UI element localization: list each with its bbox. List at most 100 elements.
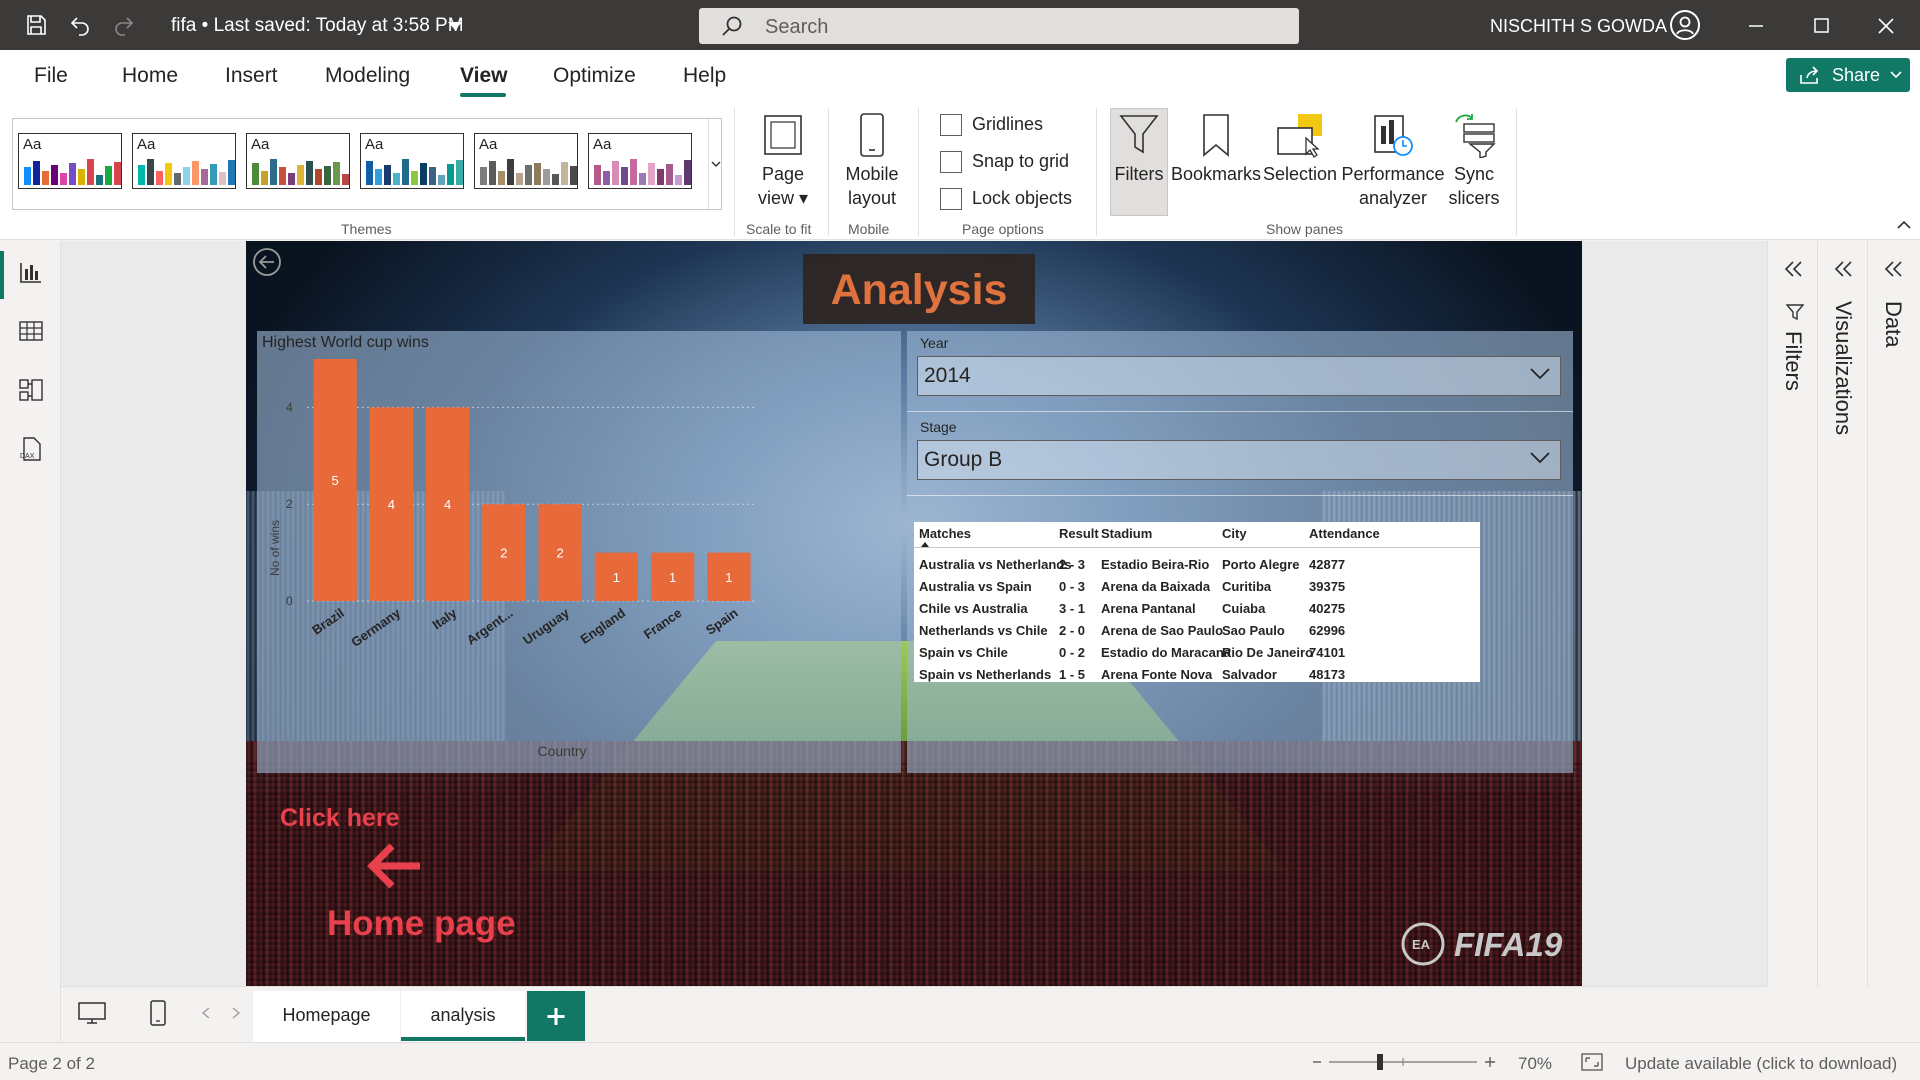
avatar[interactable] bbox=[1670, 10, 1700, 40]
data-pane[interactable]: Data bbox=[1867, 241, 1917, 986]
person-icon bbox=[1676, 16, 1694, 35]
save-icon[interactable] bbox=[24, 13, 48, 37]
sync-slicers-button[interactable]: Sync slicers bbox=[1442, 112, 1506, 210]
close-button[interactable] bbox=[1856, 0, 1916, 50]
snap-to-grid-checkbox[interactable]: Snap to grid bbox=[940, 151, 1070, 174]
maximize-button[interactable] bbox=[1791, 0, 1851, 50]
desktop-layout-icon[interactable] bbox=[77, 1001, 107, 1025]
chart-x-tick-label: Uruguay bbox=[520, 605, 572, 648]
table-cell: 0 - 2 bbox=[1059, 645, 1086, 660]
table-cell: Arena Pantanal bbox=[1101, 601, 1196, 616]
scroll-right-icon[interactable] bbox=[231, 1007, 241, 1019]
page-tab-analysis[interactable]: analysis bbox=[401, 991, 525, 1043]
sync-slicers-label: Sync slicers bbox=[1448, 164, 1500, 208]
chart-x-tick-label: England bbox=[577, 605, 628, 647]
column-header-attendance[interactable]: Attendance bbox=[1309, 526, 1380, 541]
column-header-city[interactable]: City bbox=[1222, 526, 1247, 541]
add-page-button[interactable] bbox=[527, 991, 585, 1041]
theme-swatch[interactable]: Aa bbox=[474, 133, 578, 189]
minimize-button[interactable] bbox=[1726, 0, 1786, 50]
bar-chart[interactable]: Highest World cup wins No of wins 0 2 4 5 Br… bbox=[257, 331, 901, 773]
expand-icon[interactable] bbox=[1834, 261, 1854, 277]
theme-swatch[interactable]: Aa bbox=[360, 133, 464, 189]
tab-insert[interactable]: Insert bbox=[225, 64, 278, 88]
tab-modeling[interactable]: Modeling bbox=[325, 64, 410, 88]
back-arrow-icon[interactable] bbox=[252, 247, 282, 277]
sync-slicers-icon bbox=[1455, 114, 1496, 158]
expand-icon[interactable] bbox=[1884, 261, 1904, 277]
visualizations-pane[interactable]: Visualizations bbox=[1817, 241, 1867, 986]
year-slicer-dropdown[interactable]: 2014 bbox=[917, 356, 1561, 396]
theme-swatch[interactable]: Aa bbox=[588, 133, 692, 189]
tab-view[interactable]: View bbox=[460, 64, 507, 88]
arrow-left-icon[interactable] bbox=[366, 841, 422, 891]
update-available-link[interactable]: Update available (click to download) bbox=[1625, 1054, 1897, 1074]
filters-pane[interactable]: Filters bbox=[1767, 241, 1817, 986]
table-view-icon[interactable] bbox=[18, 318, 44, 344]
home-page-button[interactable]: Home page bbox=[327, 904, 516, 944]
status-bar: Page 2 of 2 70% Update available (click … bbox=[0, 1042, 1920, 1080]
tab-optimize[interactable]: Optimize bbox=[553, 64, 636, 88]
stage-slicer-dropdown[interactable]: Group B bbox=[917, 440, 1561, 480]
chart-x-tick-label: France bbox=[641, 605, 685, 642]
zoom-level[interactable]: 70% bbox=[1518, 1054, 1552, 1074]
undo-icon[interactable] bbox=[68, 13, 92, 37]
chart-data-label: 1 bbox=[613, 570, 620, 585]
page-tab-homepage[interactable]: Homepage bbox=[253, 991, 400, 1043]
table-cell: 2 - 3 bbox=[1059, 557, 1086, 572]
fifa19-logo: EA FIFA19 bbox=[1400, 917, 1570, 971]
table-cell: Salvador bbox=[1222, 667, 1277, 682]
expand-icon[interactable] bbox=[1784, 261, 1804, 277]
selection-button[interactable]: Selection bbox=[1262, 112, 1338, 186]
ea-sports-icon: EA bbox=[1401, 922, 1445, 966]
mobile-group-label: Mobile bbox=[848, 221, 890, 237]
gridlines-checkbox[interactable]: Gridlines bbox=[940, 114, 1043, 137]
tab-home[interactable]: Home bbox=[122, 64, 178, 88]
page-view-icon bbox=[764, 115, 802, 155]
report-page: Analysis Highest World cup wins No of wi… bbox=[246, 241, 1582, 987]
model-view-icon[interactable] bbox=[18, 377, 44, 403]
share-button[interactable]: Share bbox=[1786, 58, 1910, 92]
collapse-ribbon-icon[interactable] bbox=[1897, 220, 1911, 230]
filters-button[interactable]: Filters bbox=[1108, 112, 1170, 186]
theme-swatch-text: Aa bbox=[137, 136, 156, 153]
checkbox[interactable] bbox=[940, 114, 962, 137]
theme-swatch[interactable]: Aa bbox=[18, 133, 122, 189]
bookmarks-button[interactable]: Bookmarks bbox=[1170, 112, 1262, 186]
tab-help[interactable]: Help bbox=[683, 64, 726, 88]
chart-x-tick-label: Spain bbox=[703, 605, 741, 638]
theme-swatch[interactable]: Aa bbox=[246, 133, 350, 189]
checkbox[interactable] bbox=[940, 151, 962, 174]
scroll-left-icon[interactable] bbox=[201, 1007, 211, 1019]
group-divider bbox=[1516, 108, 1517, 236]
checkbox[interactable] bbox=[940, 188, 962, 211]
gallery-more-button[interactable] bbox=[708, 119, 722, 209]
mobile-layout-icon[interactable] bbox=[149, 999, 167, 1027]
tab-file[interactable]: File bbox=[34, 64, 68, 88]
table-cell: Porto Alegre bbox=[1222, 557, 1300, 572]
chevron-down-icon[interactable] bbox=[448, 22, 462, 30]
column-header-stadium[interactable]: Stadium bbox=[1101, 526, 1152, 541]
user-name[interactable]: NISCHITH S GOWDA bbox=[1490, 16, 1667, 37]
snap-to-grid-label: Snap to grid bbox=[972, 151, 1070, 171]
zoom-slider[interactable] bbox=[1309, 1051, 1499, 1073]
dax-query-view-icon[interactable]: DAX bbox=[18, 436, 44, 462]
theme-swatch[interactable]: Aa bbox=[132, 133, 236, 189]
redo-icon[interactable] bbox=[112, 13, 136, 37]
document-title[interactable]: fifa • Last saved: Today at 3:58 PM bbox=[171, 15, 464, 37]
group-divider bbox=[734, 108, 735, 236]
column-header-result[interactable]: Result bbox=[1059, 526, 1099, 541]
search-box[interactable]: Search bbox=[699, 8, 1299, 44]
fit-to-page-icon[interactable] bbox=[1580, 1052, 1604, 1072]
report-view-icon[interactable] bbox=[18, 259, 44, 285]
column-header-matches[interactable]: Matches bbox=[919, 526, 971, 541]
lock-objects-checkbox[interactable]: Lock objects bbox=[940, 188, 1072, 211]
performance-analyzer-button[interactable]: Performance analyzer bbox=[1338, 112, 1448, 210]
filters-pane-label: Filters bbox=[1781, 331, 1806, 391]
page-view-button[interactable]: Page view ▾ bbox=[748, 112, 818, 210]
matches-table[interactable]: Matches Result Stadium City Attendance A… bbox=[914, 522, 1480, 682]
table-cell: 39375 bbox=[1309, 579, 1346, 594]
stage-slicer-value: Group B bbox=[924, 448, 1003, 471]
mobile-layout-button[interactable]: Mobile layout bbox=[838, 112, 906, 210]
table-cell: 40275 bbox=[1309, 601, 1346, 616]
